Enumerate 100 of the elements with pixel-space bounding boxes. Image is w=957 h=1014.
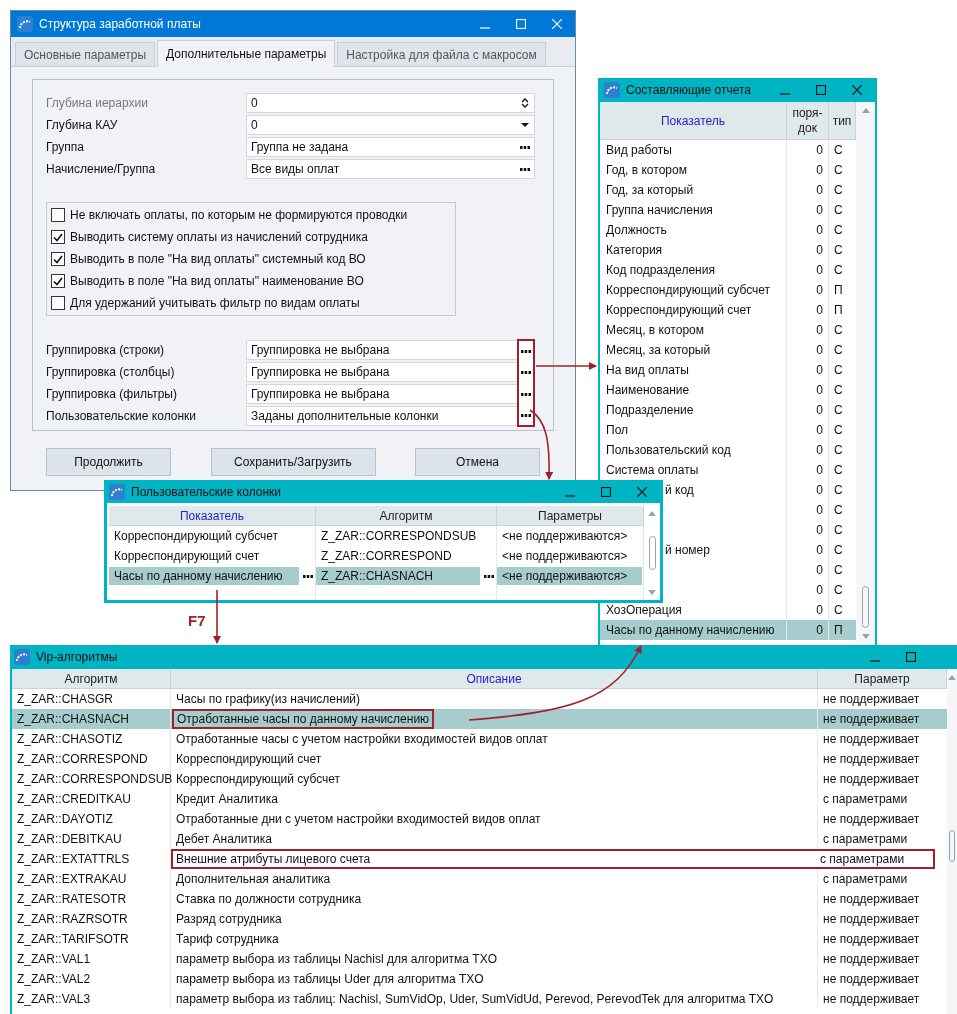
window-title: Vip-алгоритмы [36,649,119,666]
input-field[interactable]: Группировка не выбрана [246,384,517,404]
table-cell-text: 0 [816,522,823,539]
table-cell: параметр выбора из таблиц: Nachisl, SumVidOp, Uder, SumVidUd, Perevod, PerevodTek для алгоритма TXO [171,989,818,1009]
input-field[interactable]: Группа не задана [246,137,535,157]
browse-button[interactable] [517,339,535,361]
table-cell-text: не поддерживает [822,991,921,1008]
scrollbar[interactable] [947,669,957,1014]
table-cell-text: С [834,482,843,499]
table-cell-text: 0 [816,402,823,419]
table-cell-text: 0 [816,542,823,559]
table-cell-text: П [834,622,843,639]
checkbox-label: Выводить в поле "На вид оплаты" наименование ВО [70,273,364,290]
table-cell: Дебет Аналитика [171,829,818,849]
input-field[interactable]: Группировка не выбрана [246,340,517,360]
checkbox[interactable] [51,208,65,222]
dialog-button[interactable]: Продолжить [46,448,171,476]
checkbox[interactable] [51,296,65,310]
tab[interactable]: Настройка для файла с макросом [337,42,546,66]
table-cell-text: Должность [606,222,667,239]
table-row[interactable]: Часы по данному начислению 0 П [600,620,856,640]
field-value: Группировка не выбрана [250,342,390,359]
scrollbar[interactable] [856,102,875,645]
table-cell-text: С [834,262,843,279]
scroll-up-icon[interactable] [648,511,656,516]
tab[interactable]: Дополнительные параметры [157,40,336,67]
column-header[interactable]: Параметр [818,669,947,689]
table-cell-text: Часы по данному начислению [606,622,775,639]
app-logo-icon [604,82,620,98]
checkbox-label: Для удержаний учитывать фильтр по видам оплаты [70,295,360,312]
column-header[interactable]: Показатель [600,102,787,140]
field-value: Все виды оплат [250,161,341,178]
checkbox[interactable] [51,230,65,244]
dialog-button[interactable]: Отмена [415,448,540,476]
input-field[interactable]: Заданы дополнительные колонки [246,406,517,426]
input-field[interactable]: Группировка не выбрана [246,362,517,382]
hotkey-label: F7 [188,611,206,631]
column-header[interactable]: Описание [171,669,818,689]
close-icon [552,19,562,29]
table-cell-text: С [834,382,843,399]
column-header[interactable]: Показатель [109,506,316,526]
table-cell-text: 0 [816,262,823,279]
column-header[interactable]: Параметры [497,506,644,526]
table-cell-text: й номер [665,542,710,559]
table-cell-text: Категория [606,242,663,259]
table-cell-text: 0 [816,142,823,159]
window-title: Структура заработной платы [39,16,202,33]
table-cell-text: С [834,342,843,359]
table-cell-text: не поддерживает [822,771,921,788]
table-cell-text: й код [665,482,694,499]
input-field[interactable]: Все виды оплат [246,159,535,179]
table-cell-text: Корреспондирующий счет [606,302,752,319]
ellipsis-icon [521,370,531,374]
table-row[interactable]: Корреспондирующий субсчет Z_ZAR::CORRESPONDSUB <не поддерживаются> [109,526,644,546]
column-header[interactable]: тип [829,102,856,140]
table-cell-text: 0 [816,162,823,179]
column-header[interactable]: поря-док [787,102,829,140]
table-cell-text: Система оплаты [606,462,699,479]
table-cell-text: 0 [816,422,823,439]
table-cell-text: С [834,562,843,579]
scroll-thumb[interactable] [949,830,955,862]
table-cell-text: Z_ZAR::CORRESPOND [320,548,453,565]
app-logo-icon [109,483,125,500]
table-cell-text: Год, за который [606,182,694,199]
checkbox[interactable] [51,252,65,266]
table-cell-text: Год, в котором [606,162,687,179]
field-value: 0 [250,95,259,112]
column-header[interactable]: Алгоритм [12,669,171,689]
scroll-thumb[interactable] [862,586,869,628]
minimize-icon [565,494,575,497]
table-cell-text: 0 [816,602,823,619]
table-row[interactable]: Часы по данному начислению Z_ZAR::CHASNACH <не поддерживаются> [109,566,644,586]
table-cell-text: Наименование [606,382,690,399]
field-label: Группировка (фильтры) [46,386,178,403]
input-field[interactable]: 0 [246,115,535,135]
dialog-button[interactable]: Сохранить/Загрузить [210,448,376,476]
table-cell-text: П [834,282,843,299]
ellipsis-icon [520,167,530,171]
table-cell-text: С [834,542,843,559]
scroll-down-icon[interactable] [648,590,656,595]
table-cell-text: С [834,182,843,199]
table-cell-text: не поддерживает [822,811,921,828]
maximize-icon [601,486,611,497]
ellipsis-icon [521,413,531,417]
field-label: Начисление/Группа [46,161,157,178]
table-cell-text: С [834,462,843,479]
column-header[interactable]: Алгоритм [316,506,497,526]
table-row[interactable]: Z_ZAR::CHASNACH Отработанные часы по данному начислению не поддерживает [12,709,947,729]
table-cell-text: не поддерживает [822,691,921,708]
table-cell: <не поддерживаются> [497,567,642,585]
table-row[interactable]: Корреспондирующий счет Z_ZAR::CORRESPOND <не поддерживаются> [109,546,644,566]
close-icon [852,85,862,95]
field-value: 0 [250,117,259,134]
table-cell-text: Месяц, за который [606,342,711,359]
browse-button[interactable] [517,405,535,427]
checkbox[interactable] [51,274,65,288]
table-cell-text: 0 [816,242,823,259]
field-label: Глубина КАУ [46,117,119,134]
close-icon [637,486,647,497]
tab[interactable]: Основные параметры [15,42,156,66]
